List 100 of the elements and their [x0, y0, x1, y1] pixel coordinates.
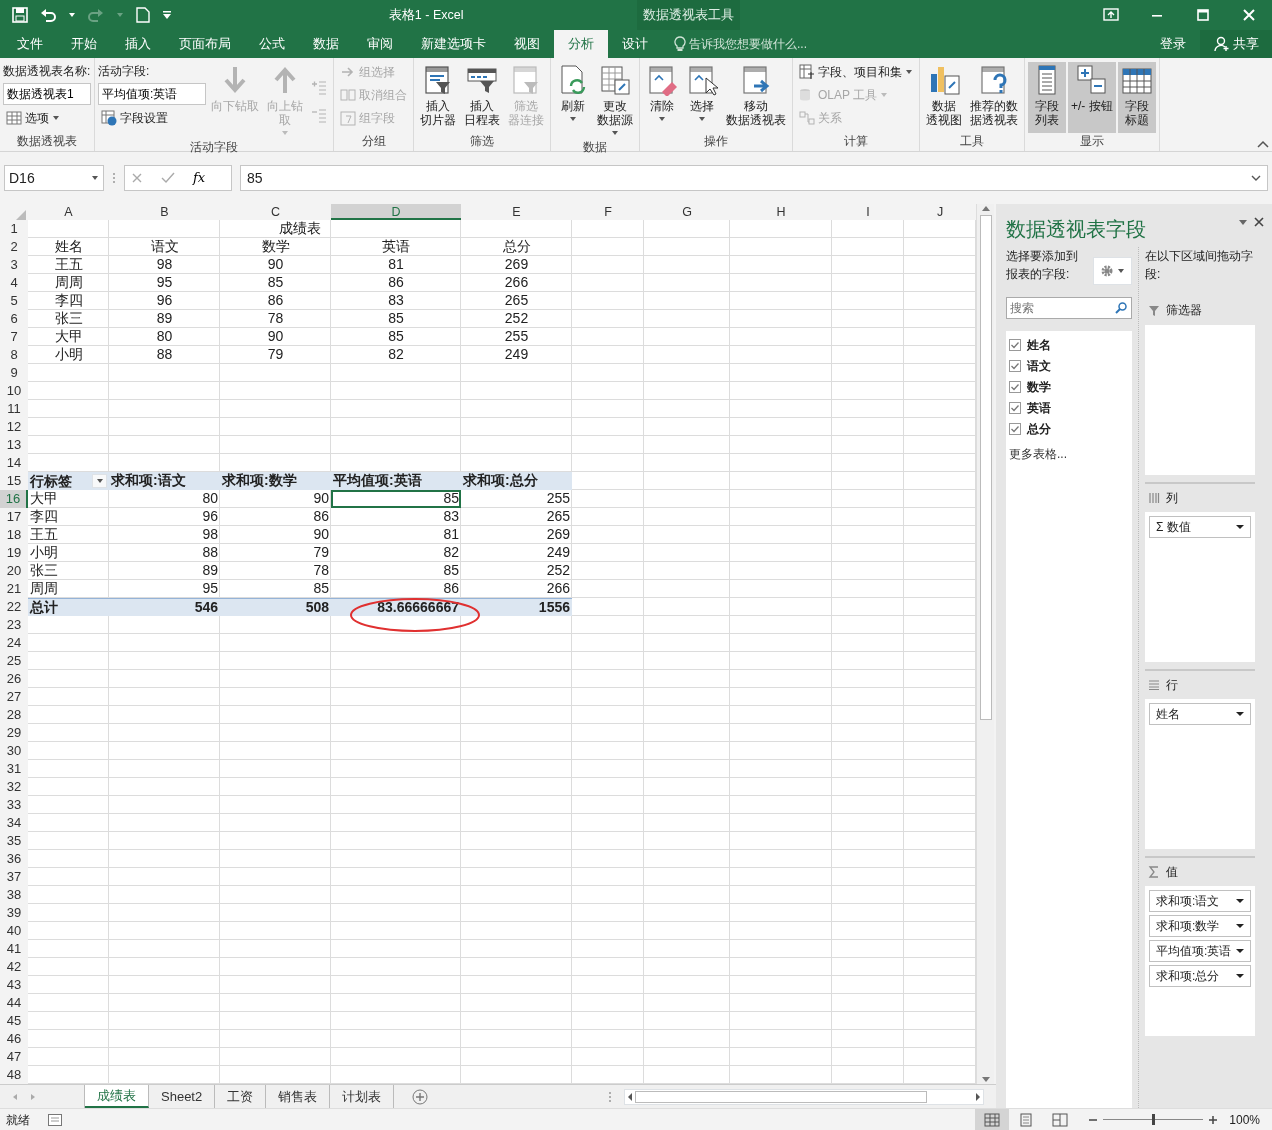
- ribbon-tab[interactable]: 设计: [608, 30, 662, 58]
- column-header[interactable]: J: [904, 204, 976, 220]
- view-button[interactable]: [975, 1109, 1010, 1130]
- column-header[interactable]: I: [832, 204, 904, 220]
- ribbon-button[interactable]: 数据 透视图: [923, 62, 965, 133]
- ribbon-button[interactable]: 选择: [683, 62, 721, 133]
- row-number[interactable]: 28: [0, 706, 28, 724]
- new-document-icon[interactable]: [136, 7, 150, 23]
- maximize-icon[interactable]: [1194, 6, 1212, 24]
- row-number[interactable]: 27: [0, 688, 28, 706]
- undo-icon[interactable]: [40, 7, 56, 23]
- row-number[interactable]: 3: [0, 256, 28, 274]
- save-icon[interactable]: [12, 7, 28, 23]
- row-number[interactable]: 25: [0, 652, 28, 670]
- column-header[interactable]: F: [572, 204, 644, 220]
- row-number[interactable]: 33: [0, 796, 28, 814]
- field-checkbox[interactable]: 语文: [1006, 355, 1132, 376]
- text-field[interactable]: 数据透视表1: [3, 83, 91, 105]
- row-number[interactable]: 7: [0, 328, 28, 346]
- ribbon-tab[interactable]: 插入: [111, 30, 165, 58]
- row-number[interactable]: 2: [0, 238, 28, 256]
- row-number[interactable]: 39: [0, 904, 28, 922]
- expand-icon[interactable]: [1251, 174, 1261, 182]
- macro-record-icon[interactable]: [48, 1113, 62, 1126]
- tools-button[interactable]: [1093, 257, 1132, 285]
- caret-icon[interactable]: [68, 11, 76, 19]
- ribbon-button[interactable]: 字段 标题: [1117, 62, 1156, 133]
- zoom-in-icon[interactable]: [1209, 1115, 1218, 1124]
- sheet-tab[interactable]: 成绩表: [85, 1085, 149, 1108]
- row-number[interactable]: 22: [0, 598, 28, 616]
- ribbon-tab[interactable]: 分析: [554, 30, 608, 58]
- more-tables-link[interactable]: 更多表格...: [1006, 445, 1132, 463]
- row-number[interactable]: 35: [0, 832, 28, 850]
- caret-icon[interactable]: [91, 174, 99, 182]
- row-number[interactable]: 48: [0, 1066, 28, 1084]
- row-number[interactable]: 14: [0, 454, 28, 472]
- row-number[interactable]: 5: [0, 292, 28, 310]
- field-checkbox[interactable]: 英语: [1006, 397, 1132, 418]
- person-add-icon[interactable]: [1214, 36, 1230, 52]
- row-number[interactable]: 26: [0, 670, 28, 688]
- row-number[interactable]: 46: [0, 1030, 28, 1048]
- ribbon-tab[interactable]: 开始: [57, 30, 111, 58]
- ribbon-tab[interactable]: 公式: [245, 30, 299, 58]
- zoom-level[interactable]: 100%: [1229, 1110, 1260, 1129]
- row-number[interactable]: 30: [0, 742, 28, 760]
- row-number[interactable]: 8: [0, 346, 28, 364]
- add-sheet-icon[interactable]: [412, 1088, 429, 1105]
- row-number[interactable]: 19: [0, 544, 28, 562]
- row-number[interactable]: 47: [0, 1048, 28, 1066]
- cancel-icon[interactable]: [131, 172, 143, 184]
- row-number[interactable]: 32: [0, 778, 28, 796]
- row-number[interactable]: 24: [0, 634, 28, 652]
- column-header[interactable]: G: [644, 204, 730, 220]
- row-number[interactable]: 1: [0, 220, 28, 238]
- ribbon-tab[interactable]: 新建选项卡: [407, 30, 500, 58]
- ribbon-button[interactable]: 字段、项目和集: [796, 62, 916, 82]
- pivot-cell[interactable]: 85: [331, 490, 461, 508]
- insert-function-button[interactable]: fx: [193, 168, 206, 188]
- row-number[interactable]: 37: [0, 868, 28, 886]
- area-field-button[interactable]: 求和项:数学: [1149, 915, 1251, 937]
- text-field[interactable]: 平均值项:英语: [98, 83, 206, 105]
- ribbon-button[interactable]: 字段设置: [98, 108, 206, 128]
- name-box[interactable]: D16: [4, 165, 104, 191]
- ribbon-display-options-icon[interactable]: [1102, 6, 1120, 24]
- row-number[interactable]: 38: [0, 886, 28, 904]
- sign-in-link[interactable]: 登录: [1146, 30, 1200, 58]
- row-number[interactable]: 13: [0, 436, 28, 454]
- row-number[interactable]: 9: [0, 364, 28, 382]
- area-field-button[interactable]: 平均值项:英语: [1149, 940, 1251, 962]
- row-number[interactable]: 11: [0, 400, 28, 418]
- row-number[interactable]: 41: [0, 940, 28, 958]
- row-number[interactable]: 29: [0, 724, 28, 742]
- row-number[interactable]: 20: [0, 562, 28, 580]
- zoom-slider-thumb[interactable]: [1151, 1114, 1155, 1125]
- row-number[interactable]: 18: [0, 526, 28, 544]
- row-number[interactable]: 45: [0, 1012, 28, 1030]
- row-number[interactable]: 15: [0, 472, 28, 490]
- field-checkbox[interactable]: 数学: [1006, 376, 1132, 397]
- formula-field[interactable]: 85: [240, 165, 1268, 191]
- share-button[interactable]: 共享: [1200, 30, 1272, 58]
- row-number[interactable]: 31: [0, 760, 28, 778]
- ribbon-button[interactable]: 插入 日程表: [461, 62, 503, 133]
- area-field-button[interactable]: 求和项:总分: [1149, 965, 1251, 987]
- row-number[interactable]: 4: [0, 274, 28, 292]
- row-number[interactable]: 42: [0, 958, 28, 976]
- row-number[interactable]: 44: [0, 994, 28, 1012]
- scroll-up-icon[interactable]: [980, 204, 991, 212]
- horizontal-scroll-thumb[interactable]: [635, 1090, 927, 1103]
- column-header[interactable]: D: [331, 204, 461, 220]
- area-field-button[interactable]: 姓名: [1149, 703, 1251, 725]
- field-checkbox[interactable]: 姓名: [1006, 334, 1132, 355]
- ribbon-tab[interactable]: 文件: [3, 30, 57, 58]
- column-header[interactable]: A: [28, 204, 109, 220]
- row-number[interactable]: 12: [0, 418, 28, 436]
- search-field[interactable]: 搜索: [1006, 297, 1132, 319]
- row-number[interactable]: 43: [0, 976, 28, 994]
- area-field-button[interactable]: Σ 数值: [1149, 516, 1251, 538]
- filter-dropdown-button[interactable]: [92, 474, 107, 488]
- column-header[interactable]: B: [109, 204, 220, 220]
- ribbon-button[interactable]: 插入 切片器: [417, 62, 459, 133]
